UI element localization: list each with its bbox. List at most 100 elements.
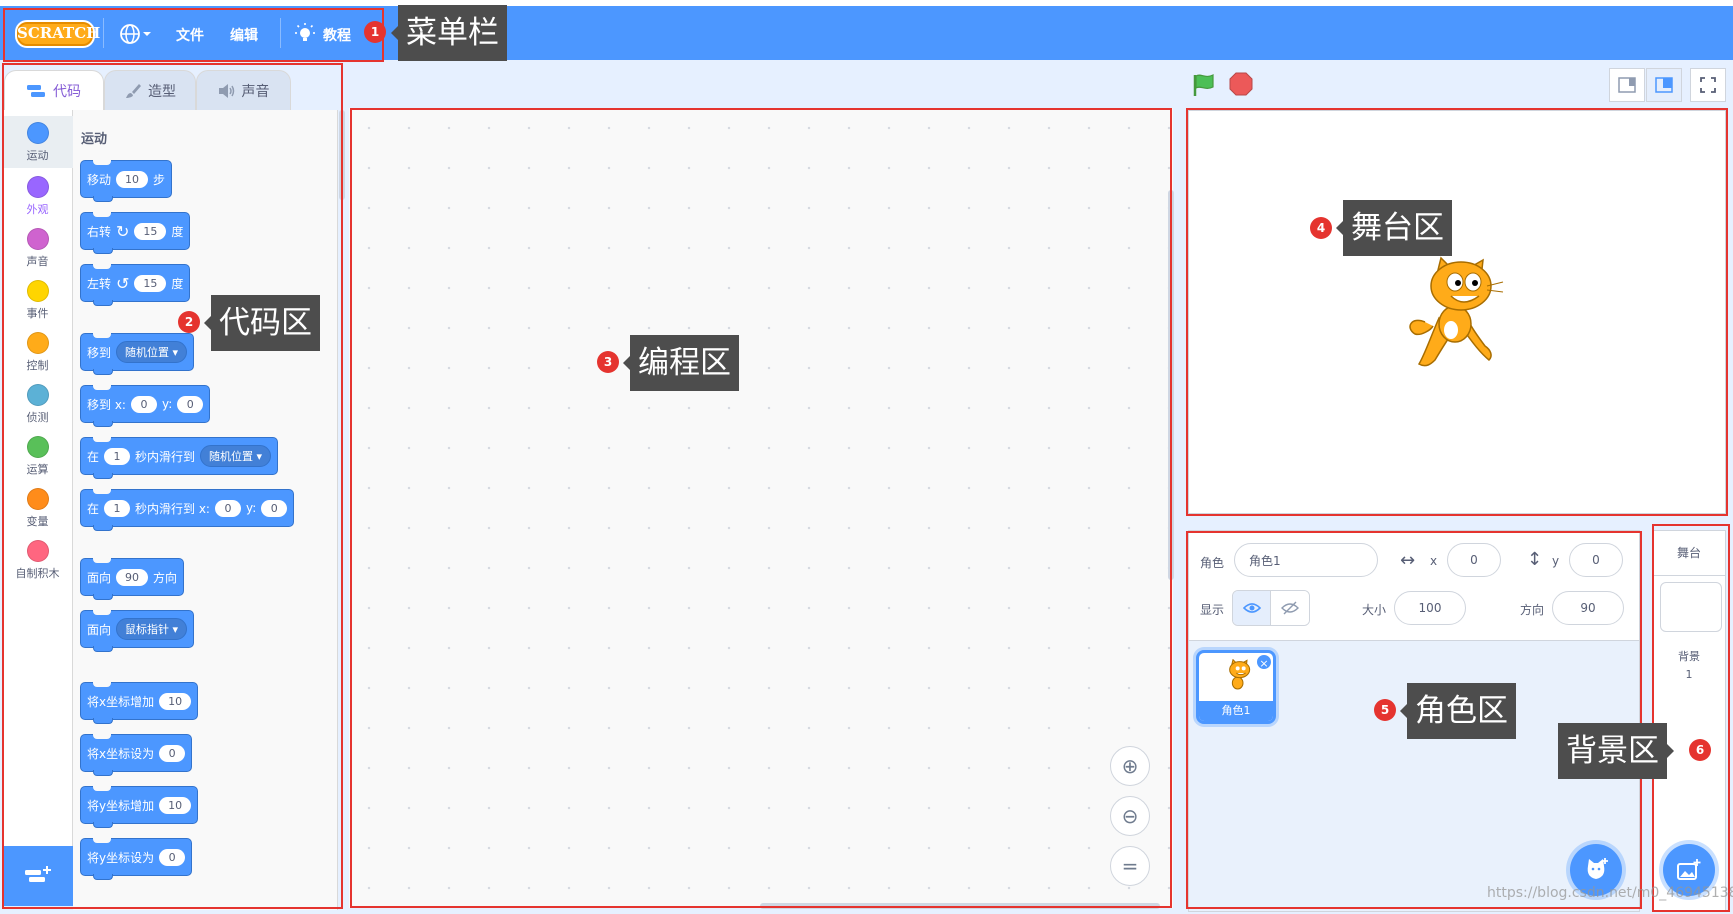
stage-thumbnail[interactable] bbox=[1660, 582, 1722, 632]
block-text: 将x坐标增加 bbox=[87, 694, 155, 709]
small-stage-button[interactable] bbox=[1609, 68, 1645, 102]
y-value: 0 bbox=[1592, 553, 1600, 567]
stop-icon[interactable] bbox=[1229, 72, 1253, 96]
category-events[interactable]: 事件 bbox=[2, 274, 73, 326]
annotation-badge: 4 bbox=[1310, 217, 1332, 239]
block-number-input[interactable]: 0 bbox=[177, 395, 204, 413]
category-control[interactable]: 控制 bbox=[2, 326, 73, 378]
block-set-x[interactable]: 将x坐标设为 0 bbox=[80, 734, 193, 776]
hide-sprite-button[interactable] bbox=[1271, 591, 1309, 625]
tab-sounds[interactable]: 声音 bbox=[196, 70, 291, 110]
block-number-input[interactable]: 0 bbox=[130, 395, 157, 413]
zoom-out-button[interactable]: ⊖ bbox=[1110, 796, 1150, 836]
block-go-to[interactable]: 移到 随机位置 ▾ bbox=[80, 333, 195, 375]
add-sprite-cat-icon bbox=[1587, 858, 1608, 879]
add-extension-button[interactable] bbox=[2, 846, 73, 906]
annotation-badge: 3 bbox=[597, 351, 619, 373]
block-number-input[interactable]: 90 bbox=[116, 568, 149, 586]
category-dot bbox=[26, 122, 49, 144]
block-move-steps[interactable]: 移动 10 步 bbox=[80, 160, 173, 202]
category-looks[interactable]: 外观 bbox=[2, 170, 73, 222]
block-point-in-direction[interactable]: 面向 90 方向 bbox=[80, 558, 185, 600]
green-flag-icon[interactable] bbox=[1191, 72, 1217, 102]
workspace-vertical-scrollbar[interactable] bbox=[1168, 190, 1174, 580]
block-go-to-xy[interactable]: 移到 x: 0 y: 0 bbox=[80, 385, 211, 427]
direction-label: 方向 bbox=[1520, 603, 1545, 617]
block-number-input[interactable]: 0 bbox=[261, 499, 288, 517]
menu-file[interactable]: 文件 bbox=[176, 25, 204, 45]
y-input[interactable]: 0 bbox=[1569, 543, 1623, 577]
block-number-input[interactable]: 1 bbox=[104, 447, 131, 465]
zoom-reset-button[interactable]: = bbox=[1110, 846, 1150, 886]
annotation-label-sprite-area: 角色区 bbox=[1400, 683, 1516, 739]
large-stage-button[interactable] bbox=[1646, 68, 1682, 102]
cat-sprite[interactable] bbox=[1401, 256, 1511, 376]
block-number-input[interactable]: 15 bbox=[134, 222, 167, 240]
zoom-in-button[interactable]: ⊕ bbox=[1110, 746, 1150, 786]
block-change-x[interactable]: 将x坐标增加 10 bbox=[80, 682, 199, 724]
block-number-input[interactable]: 15 bbox=[134, 274, 167, 292]
tab-code[interactable]: 代码 bbox=[4, 70, 104, 110]
add-backdrop-image-icon bbox=[1677, 859, 1701, 880]
block-number-input[interactable]: 10 bbox=[159, 796, 192, 814]
show-label: 显示 bbox=[1200, 603, 1225, 617]
block-text: 秒内滑行到 bbox=[135, 449, 196, 464]
block-dropdown[interactable]: 随机位置 ▾ bbox=[200, 445, 272, 467]
workspace-horizontal-scrollbar[interactable] bbox=[760, 903, 1160, 909]
category-dot bbox=[26, 436, 49, 458]
block-number-input[interactable]: 0 bbox=[159, 848, 186, 866]
block-text: 面向 bbox=[87, 622, 112, 637]
palette-scrollbar[interactable] bbox=[339, 110, 345, 200]
fullscreen-button[interactable] bbox=[1690, 68, 1726, 102]
category-variables[interactable]: 变量 bbox=[2, 482, 73, 534]
zoom-out-icon: ⊖ bbox=[1121, 804, 1139, 828]
tab-costumes[interactable]: 造型 bbox=[104, 70, 196, 110]
rotate-counterclockwise-icon: ↺ bbox=[116, 273, 130, 293]
block-text: 将y坐标设为 bbox=[87, 850, 155, 865]
block-dropdown[interactable]: 随机位置 ▾ bbox=[116, 341, 188, 363]
x-value: 0 bbox=[1470, 553, 1478, 567]
block-turn-right[interactable]: 右转 ↻ 15 度 bbox=[80, 212, 191, 254]
block-number-input[interactable]: 0 bbox=[159, 744, 186, 762]
sprite-name-input[interactable]: 角色1 bbox=[1234, 543, 1378, 577]
show-sprite-button[interactable] bbox=[1233, 591, 1272, 625]
block-turn-left[interactable]: 左转 ↺ 15 度 bbox=[80, 264, 191, 306]
scratch-logo[interactable]: SCRATCH bbox=[15, 20, 100, 48]
block-dropdown[interactable]: 鼠标指针 ▾ bbox=[116, 618, 188, 640]
block-number-input[interactable]: 0 bbox=[214, 499, 241, 517]
annotation-label-menu-bar: 菜单栏 bbox=[391, 5, 507, 61]
block-change-y[interactable]: 将y坐标增加 10 bbox=[80, 786, 199, 828]
category-sound[interactable]: 声音 bbox=[2, 222, 73, 274]
block-text: 度 bbox=[171, 224, 184, 239]
menu-tutorials[interactable]: 教程 bbox=[323, 25, 351, 45]
block-glide-to[interactable]: 在 1 秒内滑行到 随机位置 ▾ bbox=[80, 437, 279, 479]
block-set-y[interactable]: 将y坐标设为 0 bbox=[80, 838, 193, 880]
category-operators[interactable]: 运算 bbox=[2, 430, 73, 482]
menu-divider bbox=[103, 18, 104, 48]
script-workspace[interactable] bbox=[349, 108, 1173, 908]
delete-sprite-button[interactable]: × bbox=[1255, 653, 1273, 671]
block-text: 将x坐标设为 bbox=[87, 746, 155, 761]
block-number-input[interactable]: 10 bbox=[116, 170, 149, 188]
tutorial-lightbulb-icon[interactable] bbox=[294, 22, 316, 50]
x-input[interactable]: 0 bbox=[1447, 543, 1501, 577]
category-motion[interactable]: 运动 bbox=[2, 116, 73, 168]
category-sensing[interactable]: 侦测 bbox=[2, 378, 73, 430]
block-glide-to-xy[interactable]: 在 1 秒内滑行到 x: 0 y: 0 bbox=[80, 489, 295, 531]
block-number-input[interactable]: 10 bbox=[159, 692, 192, 710]
dropdown-value: 随机位置 bbox=[209, 450, 254, 463]
block-number-input[interactable]: 1 bbox=[104, 499, 131, 517]
block-point-towards[interactable]: 面向 鼠标指针 ▾ bbox=[80, 610, 195, 652]
category-dot bbox=[26, 228, 49, 250]
language-globe-icon[interactable] bbox=[119, 22, 153, 50]
block-text: 方向 bbox=[153, 570, 178, 585]
direction-input[interactable]: 90 bbox=[1552, 591, 1624, 625]
menu-edit[interactable]: 编辑 bbox=[230, 25, 258, 45]
size-input[interactable]: 100 bbox=[1394, 591, 1466, 625]
category-my-blocks[interactable]: 自制积木 bbox=[2, 534, 73, 586]
stage-pane-header[interactable]: 舞台 bbox=[1652, 530, 1726, 576]
category-label: 声音 bbox=[26, 255, 49, 268]
block-text: 度 bbox=[171, 276, 184, 291]
block-text: 移到 bbox=[87, 345, 112, 360]
stage-canvas[interactable] bbox=[1188, 110, 1726, 514]
